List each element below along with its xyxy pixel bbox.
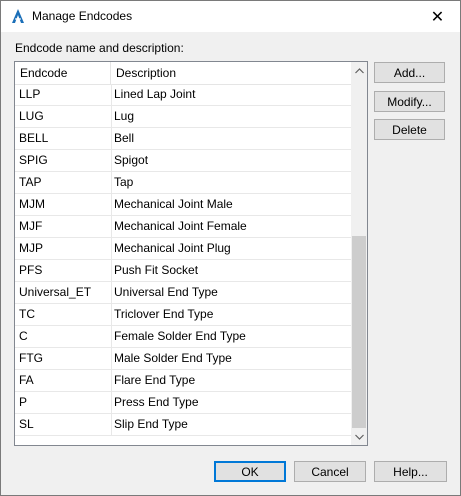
list-row[interactable]: TC Triclover End Type (15, 304, 351, 326)
description-cell: Lined Lap Joint (114, 87, 196, 101)
list-row[interactable]: LUG Lug (15, 106, 351, 128)
description-cell: Lug (114, 109, 135, 123)
description-cell: Press End Type (114, 395, 199, 409)
list-row[interactable]: C Female Solder End Type (15, 326, 351, 348)
column-separator (111, 370, 112, 391)
description-cell: Bell (114, 131, 135, 145)
list-header: Endcode Description (15, 62, 351, 85)
ok-button[interactable]: OK (214, 461, 286, 482)
window-title: Manage Endcodes (32, 9, 133, 23)
endcode-cell: TC (19, 307, 35, 321)
endcode-cell: FA (19, 373, 34, 387)
manage-endcodes-dialog: Manage Endcodes ✕ Endcode name and descr… (0, 0, 461, 496)
column-separator (111, 150, 112, 171)
delete-button[interactable]: Delete (374, 119, 445, 140)
description-cell: Male Solder End Type (114, 351, 232, 365)
endcode-cell: LLP (19, 87, 41, 101)
column-separator (111, 106, 112, 127)
description-cell: Push Fit Socket (114, 263, 199, 277)
list-row[interactable]: SL Slip End Type (15, 414, 351, 436)
list-row[interactable]: MJF Mechanical Joint Female (15, 216, 351, 238)
column-separator (111, 84, 112, 105)
title-bar: Manage Endcodes ✕ (1, 1, 460, 32)
description-cell: Triclover End Type (114, 307, 214, 321)
column-separator (111, 216, 112, 237)
modify-button[interactable]: Modify... (374, 91, 445, 112)
list-row[interactable]: BELL Bell (15, 128, 351, 150)
description-cell: Mechanical Joint Male (114, 197, 233, 211)
column-separator (111, 326, 112, 347)
list-row[interactable]: MJP Mechanical Joint Plug (15, 238, 351, 260)
description-cell: Female Solder End Type (114, 329, 246, 343)
cancel-button[interactable]: Cancel (294, 461, 366, 482)
description-cell: Mechanical Joint Plug (114, 241, 231, 255)
description-cell: Tap (114, 175, 134, 189)
list-row[interactable]: TAP Tap (15, 172, 351, 194)
endcode-list-label: Endcode name and description: (15, 41, 184, 55)
description-cell: Spigot (114, 153, 149, 167)
help-button[interactable]: Help... (374, 461, 447, 482)
description-cell: Slip End Type (114, 417, 188, 431)
chevron-down-icon (354, 434, 364, 440)
scroll-thumb[interactable] (352, 236, 366, 428)
description-cell: Universal End Type (114, 285, 218, 299)
endcode-list[interactable]: Endcode Description LLP Lined Lap Joint LU… (14, 61, 368, 446)
column-header-endcode[interactable]: Endcode (15, 62, 111, 84)
column-separator (111, 194, 112, 215)
column-separator (111, 128, 112, 149)
endcode-cell: FTG (19, 351, 43, 365)
column-separator (111, 392, 112, 413)
list-row[interactable]: MJM Mechanical Joint Male (15, 194, 351, 216)
list-row[interactable]: FTG Male Solder End Type (15, 348, 351, 370)
endcode-cell: SL (19, 417, 34, 431)
endcode-cell: Universal_ET (19, 285, 92, 299)
vertical-scrollbar[interactable] (351, 62, 367, 445)
scroll-up-arrow[interactable] (351, 62, 367, 79)
list-row[interactable]: Universal_ET Universal End Type (15, 282, 351, 304)
column-separator (111, 414, 112, 435)
endcode-cell: PFS (19, 263, 43, 277)
list-row[interactable]: P Press End Type (15, 392, 351, 414)
description-cell: Flare End Type (114, 373, 196, 387)
description-cell: Mechanical Joint Female (114, 219, 247, 233)
list-row[interactable]: LLP Lined Lap Joint (15, 84, 351, 106)
endcode-cell: MJF (19, 219, 43, 233)
close-button[interactable]: ✕ (415, 1, 460, 32)
column-header-description[interactable]: Description (111, 62, 351, 84)
column-separator (111, 304, 112, 325)
column-separator (111, 238, 112, 259)
chevron-up-icon (354, 67, 364, 73)
close-icon: ✕ (430, 8, 445, 26)
autocad-a-icon (10, 8, 26, 24)
endcode-cell: BELL (19, 131, 49, 145)
column-separator (111, 172, 112, 193)
endcode-cell: C (19, 329, 28, 343)
list-rows: LLP Lined Lap Joint LUG Lug BELL Bell SPIG Spig… (15, 84, 351, 436)
endcode-cell: TAP (19, 175, 42, 189)
list-row[interactable]: PFS Push Fit Socket (15, 260, 351, 282)
endcode-cell: SPIG (19, 153, 48, 167)
column-separator (111, 282, 112, 303)
list-row[interactable]: SPIG Spigot (15, 150, 351, 172)
endcode-cell: MJM (19, 197, 45, 211)
scroll-down-arrow[interactable] (351, 428, 367, 445)
endcode-cell: P (19, 395, 28, 409)
add-button[interactable]: Add... (374, 62, 445, 83)
endcode-cell: LUG (19, 109, 44, 123)
list-row[interactable]: FA Flare End Type (15, 370, 351, 392)
column-separator (111, 348, 112, 369)
endcode-cell: MJP (19, 241, 43, 255)
column-separator (111, 260, 112, 281)
